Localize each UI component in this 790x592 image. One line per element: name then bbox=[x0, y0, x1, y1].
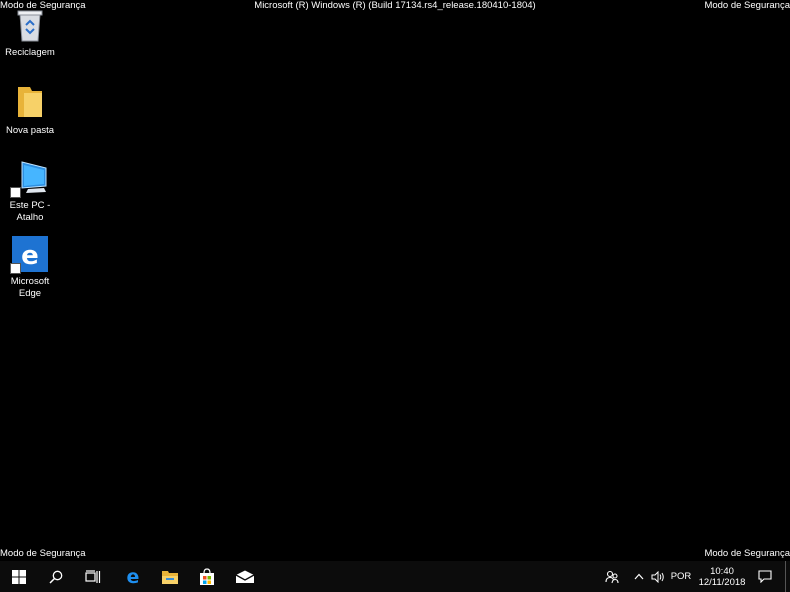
desktop-icon-recycle-bin[interactable]: Reciclagem bbox=[0, 5, 60, 59]
notification-icon bbox=[758, 570, 772, 583]
shortcut-arrow-icon bbox=[10, 263, 21, 274]
safe-mode-label-bottom-right: Modo de Segurança bbox=[704, 548, 790, 559]
recycle-bin-icon bbox=[10, 5, 50, 45]
task-view-icon bbox=[84, 569, 100, 583]
safe-mode-label-bottom-left: Modo de Segurança bbox=[0, 548, 86, 559]
people-icon bbox=[605, 570, 619, 583]
speaker-icon bbox=[651, 570, 664, 583]
edge-icon: e bbox=[126, 568, 139, 586]
windows-start-icon bbox=[11, 569, 26, 584]
search-button[interactable] bbox=[37, 561, 74, 592]
clock-date: 12/11/2018 bbox=[698, 576, 746, 588]
file-explorer-icon bbox=[161, 570, 178, 584]
desktop-icon-label: Reciclagem bbox=[5, 47, 55, 58]
taskbar-edge-button[interactable]: e bbox=[114, 561, 151, 592]
volume-button[interactable] bbox=[649, 561, 667, 592]
edge-icon: e bbox=[10, 234, 50, 274]
search-icon bbox=[48, 570, 62, 584]
shortcut-arrow-icon bbox=[10, 187, 21, 198]
clock-time: 10:40 bbox=[710, 565, 734, 577]
desktop-icon-label: Este PC - Atalho bbox=[9, 200, 51, 223]
clock-button[interactable]: 10:40 12/11/2018 bbox=[696, 561, 748, 592]
store-icon bbox=[199, 567, 214, 585]
task-view-button[interactable] bbox=[74, 561, 111, 592]
windows-build-label: Microsoft (R) Windows (R) (Build 17134.r… bbox=[254, 0, 536, 11]
taskbar-file-explorer-button[interactable] bbox=[151, 561, 188, 592]
desktop-icon-label: Nova pasta bbox=[5, 125, 55, 136]
folder-icon bbox=[10, 83, 50, 123]
desktop[interactable]: Modo de Segurança Microsoft (R) Windows … bbox=[0, 0, 790, 561]
input-language-button[interactable]: POR bbox=[669, 561, 693, 592]
svg-text:e: e bbox=[126, 568, 139, 586]
desktop-icon-this-pc-shortcut[interactable]: Este PC - Atalho bbox=[0, 158, 60, 224]
start-button[interactable] bbox=[0, 561, 37, 592]
people-button[interactable] bbox=[601, 561, 623, 592]
mail-icon bbox=[235, 570, 254, 583]
safe-mode-label-top-right: Modo de Segurança bbox=[704, 0, 790, 11]
desktop-icon-label: Microsoft Edge bbox=[10, 276, 50, 299]
chevron-up-icon bbox=[634, 573, 644, 580]
taskbar-mail-button[interactable] bbox=[226, 561, 263, 592]
taskbar-store-button[interactable] bbox=[188, 561, 225, 592]
show-hidden-icons-button[interactable] bbox=[630, 561, 648, 592]
show-desktop-button[interactable] bbox=[785, 561, 786, 592]
action-center-button[interactable] bbox=[752, 561, 778, 592]
desktop-icon-new-folder[interactable]: Nova pasta bbox=[0, 83, 60, 137]
svg-text:e: e bbox=[21, 241, 39, 271]
computer-icon bbox=[10, 158, 50, 198]
taskbar: e POR 10:40 12/11/2018 bbox=[0, 561, 790, 592]
desktop-icon-microsoft-edge[interactable]: e Microsoft Edge bbox=[0, 234, 60, 300]
